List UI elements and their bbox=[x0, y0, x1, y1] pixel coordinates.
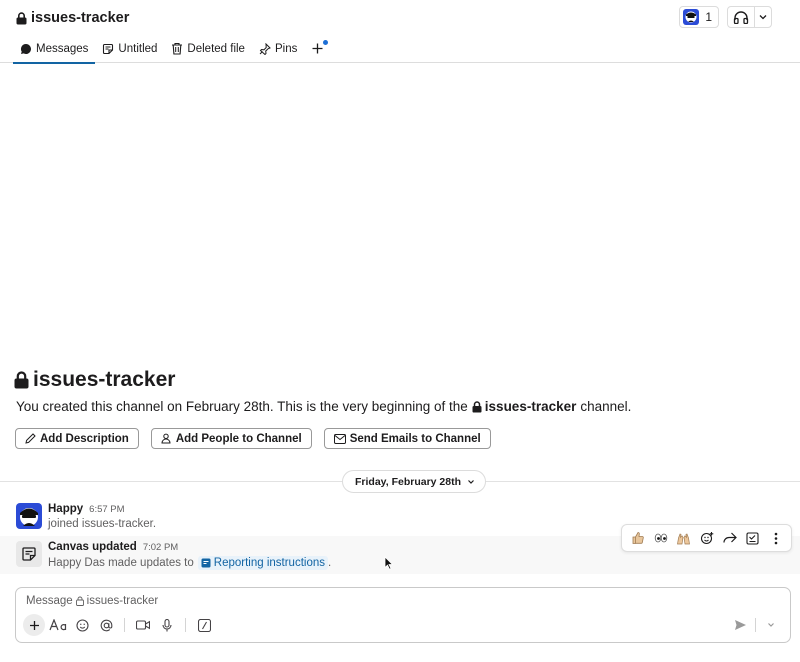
button-label: Send Emails to Channel bbox=[349, 432, 481, 445]
raised-hands-icon[interactable] bbox=[672, 527, 695, 549]
member-count: 1 bbox=[705, 10, 712, 24]
tab-label: Deleted file bbox=[187, 42, 245, 55]
message-time[interactable]: 6:57 PM bbox=[89, 504, 124, 515]
pin-icon bbox=[259, 42, 271, 55]
toolbar-divider bbox=[124, 618, 125, 632]
add-people-button[interactable]: Add People to Channel bbox=[150, 428, 312, 449]
huddle-button[interactable] bbox=[727, 6, 772, 28]
tab-messages[interactable]: Messages bbox=[13, 34, 96, 64]
notification-dot bbox=[323, 40, 329, 45]
add-tab-button[interactable] bbox=[304, 34, 331, 63]
slash-command-icon[interactable] bbox=[193, 614, 215, 636]
button-label: Add Description bbox=[40, 432, 129, 445]
microphone-icon[interactable] bbox=[156, 614, 178, 636]
send-controls bbox=[729, 614, 782, 636]
date-label: Friday, February 28th bbox=[355, 475, 462, 488]
message-time[interactable]: 7:02 PM bbox=[143, 542, 178, 553]
send-divider bbox=[755, 618, 756, 632]
send-emails-button[interactable]: Send Emails to Channel bbox=[323, 428, 491, 449]
channel-name: issues-tracker bbox=[31, 10, 130, 26]
more-icon[interactable] bbox=[764, 527, 787, 549]
sender-name: Canvas updated bbox=[48, 541, 137, 553]
canvas-avatar-icon bbox=[16, 541, 42, 567]
canvas-icon bbox=[102, 43, 114, 55]
forward-icon[interactable] bbox=[718, 527, 741, 549]
canvas-link[interactable]: Reporting instructions bbox=[197, 556, 328, 570]
channel-tabs: Messages Untitled Deleted file Pins bbox=[13, 34, 331, 64]
formatting-icon[interactable] bbox=[47, 614, 69, 636]
person-add-icon bbox=[161, 433, 172, 444]
lock-icon bbox=[14, 371, 29, 389]
date-divider[interactable]: Friday, February 28th bbox=[342, 470, 487, 493]
add-reaction-icon[interactable] bbox=[695, 527, 718, 549]
message-bubble-icon bbox=[20, 43, 32, 55]
plus-icon[interactable] bbox=[23, 614, 45, 636]
channel-header: issues-tracker 1 Messages Untitled Delet… bbox=[0, 0, 800, 64]
tab-pins[interactable]: Pins bbox=[252, 34, 304, 63]
lock-icon bbox=[472, 400, 482, 413]
chevron-down-icon[interactable] bbox=[754, 7, 771, 27]
composer-toolbar bbox=[23, 614, 215, 636]
mention-icon[interactable] bbox=[95, 614, 117, 636]
save-icon[interactable] bbox=[741, 527, 764, 549]
canvas-icon bbox=[201, 558, 211, 568]
intro-text-before: You created this channel on February 28t… bbox=[16, 399, 468, 414]
chevron-down-icon bbox=[467, 479, 475, 485]
send-icon[interactable] bbox=[729, 614, 751, 636]
button-label: Add People to Channel bbox=[175, 432, 302, 445]
message-text: joined issues-tracker. bbox=[48, 518, 157, 530]
message-composer[interactable]: Message issues-tracker bbox=[15, 587, 791, 643]
avatar bbox=[683, 9, 700, 25]
message-suffix: . bbox=[328, 557, 332, 569]
mouse-cursor-icon bbox=[384, 556, 394, 570]
add-description-button[interactable]: Add Description bbox=[15, 428, 139, 449]
emoji-icon[interactable] bbox=[71, 614, 93, 636]
intro-actions: Add Description Add People to Channel Se… bbox=[15, 428, 491, 449]
message-actions bbox=[621, 524, 792, 552]
intro-description: You created this channel on February 28t… bbox=[16, 399, 631, 414]
tab-label: Pins bbox=[274, 42, 298, 55]
email-icon bbox=[333, 433, 346, 444]
channel-name: issues-tracker bbox=[484, 399, 577, 414]
trash-icon bbox=[171, 42, 183, 55]
message-input[interactable]: Message issues-tracker bbox=[26, 595, 158, 607]
tab-label: Untitled bbox=[118, 42, 158, 55]
inline-channel-mention[interactable]: issues-tracker bbox=[472, 399, 577, 414]
eyes-icon[interactable] bbox=[649, 527, 672, 549]
members-button[interactable]: 1 bbox=[679, 6, 719, 28]
chevron-down-icon[interactable] bbox=[760, 614, 782, 636]
tab-label: Messages bbox=[36, 42, 89, 55]
placeholder-channel: issues-tracker bbox=[86, 595, 159, 607]
pencil-icon bbox=[25, 433, 36, 444]
canvas-link-label: Reporting instructions bbox=[213, 557, 325, 569]
plus-icon bbox=[312, 43, 323, 54]
channel-title[interactable]: issues-tracker bbox=[16, 8, 129, 28]
intro-title: issues-tracker bbox=[14, 368, 175, 392]
sender-name[interactable]: Happy bbox=[48, 503, 83, 515]
intro-channel-name: issues-tracker bbox=[33, 368, 176, 391]
placeholder-prefix: Message bbox=[26, 595, 73, 607]
headphones-icon[interactable] bbox=[728, 7, 754, 27]
thumbs-up-icon[interactable] bbox=[626, 527, 649, 549]
lock-icon bbox=[75, 596, 84, 606]
tab-untitled[interactable]: Untitled bbox=[95, 34, 164, 63]
avatar[interactable] bbox=[16, 503, 42, 529]
tab-deleted-file[interactable]: Deleted file bbox=[164, 34, 252, 63]
message-text: Happy Das made updates to bbox=[48, 557, 194, 569]
toolbar-divider bbox=[185, 618, 186, 632]
intro-text-after: channel. bbox=[580, 399, 632, 414]
video-icon[interactable] bbox=[132, 614, 154, 636]
lock-icon bbox=[16, 11, 27, 25]
